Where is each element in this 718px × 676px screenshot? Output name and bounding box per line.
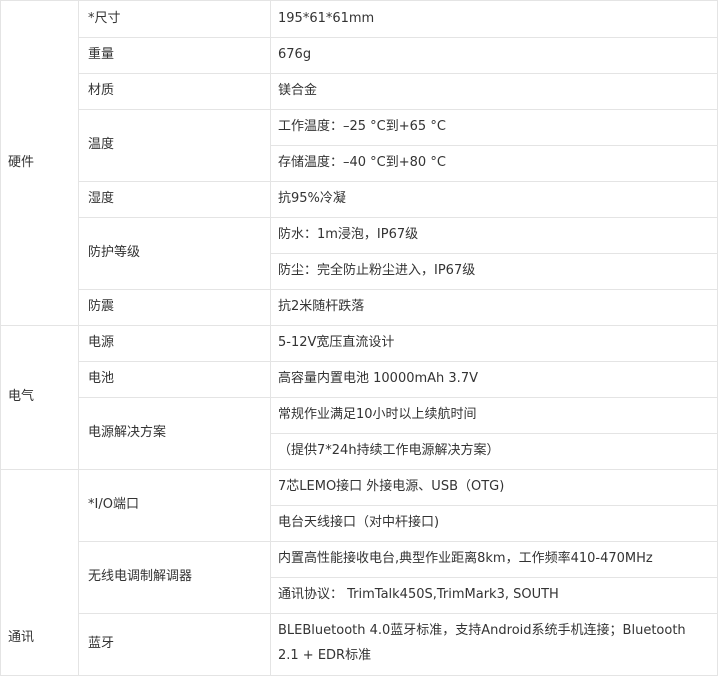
row-value: 常规作业满足10小时以上续航时间 (278, 407, 477, 422)
row-divider (78, 289, 718, 290)
row-label: 湿度 (88, 191, 115, 206)
row-value: 抗95%冷凝 (278, 191, 346, 206)
category-communication: 通讯 (8, 630, 35, 645)
subrow-divider (270, 577, 718, 578)
row-value: 内置高性能接收电台,典型作业距离8km，工作频率410-470MHz (278, 551, 653, 566)
row-value: 7芯LEMO接口 外接电源、USB（OTG) (278, 479, 505, 494)
subrow-divider (270, 253, 718, 254)
row-divider (0, 0, 718, 1)
row-value: 镁合金 (278, 83, 318, 98)
row-divider (78, 73, 718, 74)
row-value: 2.1 + EDR标准 (278, 648, 372, 663)
row-label: 电源 (88, 335, 115, 350)
row-label: 材质 (88, 83, 115, 98)
row-divider (78, 613, 718, 614)
row-divider (78, 397, 718, 398)
row-value: 抗2米随杆跌落 (278, 299, 365, 314)
row-label: 防震 (88, 299, 115, 314)
subrow-divider (270, 145, 718, 146)
table-border-left (0, 0, 1, 676)
row-divider (78, 217, 718, 218)
section-divider (0, 469, 718, 470)
row-value: 676g (278, 47, 312, 62)
row-value: BLEBluetooth 4.0蓝牙标准，支持Android系统手机连接；Blu… (278, 623, 686, 638)
row-value: 工作温度：–25 °C到+65 °C (278, 119, 446, 134)
row-value: 通讯协议： TrimTalk450S,TrimMark3, SOUTH (278, 587, 559, 602)
row-label: *尺寸 (88, 11, 121, 26)
row-divider (78, 109, 718, 110)
row-divider (78, 361, 718, 362)
row-divider (78, 181, 718, 182)
row-value: 5-12V宽压直流设计 (278, 335, 395, 350)
row-label: 蓝牙 (88, 636, 115, 651)
row-value: 195*61*61mm (278, 11, 375, 26)
row-label: 防护等级 (88, 245, 141, 260)
column-divider (270, 0, 271, 676)
category-electrical: 电气 (8, 389, 35, 404)
row-value: 存储温度：–40 °C到+80 °C (278, 155, 446, 170)
row-divider (78, 541, 718, 542)
category-hardware: 硬件 (8, 155, 35, 170)
row-label: 电源解决方案 (88, 425, 167, 440)
row-label: *I/O端口 (88, 497, 139, 512)
subrow-divider (270, 505, 718, 506)
row-value: 防尘：完全防止粉尘进入，IP67级 (278, 263, 476, 278)
row-label: 重量 (88, 47, 115, 62)
section-divider (0, 325, 718, 326)
subrow-divider (270, 433, 718, 434)
row-label: 电池 (88, 371, 115, 386)
row-value: 电台天线接口（对中杆接口) (278, 515, 440, 530)
row-divider (78, 37, 718, 38)
row-value: 防水：1m浸泡，IP67级 (278, 227, 419, 242)
row-value: （提供7*24h持续工作电源解决方案） (278, 443, 500, 458)
column-divider (78, 0, 79, 676)
row-label: 温度 (88, 137, 115, 152)
row-value: 高容量内置电池 10000mAh 3.7V (278, 371, 478, 386)
row-label: 无线电调制解调器 (88, 569, 193, 584)
